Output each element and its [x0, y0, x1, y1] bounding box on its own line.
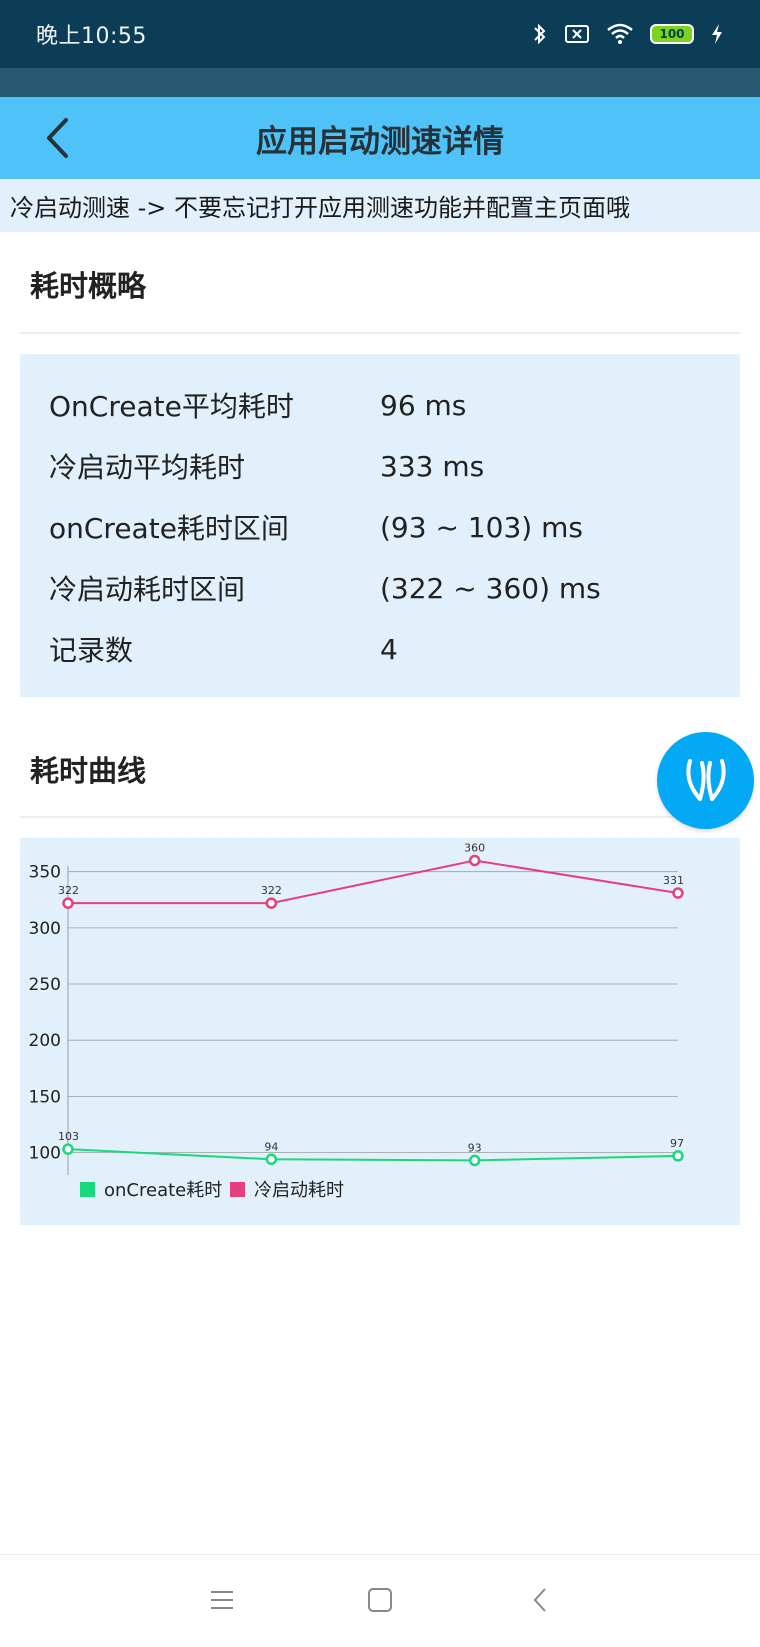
bluetooth-icon — [534, 23, 546, 45]
y-tick-label: 250 — [29, 975, 61, 995]
data-label: 103 — [58, 1130, 79, 1143]
nav-back-button[interactable] — [517, 1577, 563, 1623]
line-chart: 100 150 200 250 300 350 103 94 93 97 322 322 360 331 o… — [29, 841, 684, 1201]
stat-value: 96 ms — [380, 388, 467, 422]
data-point — [265, 897, 278, 909]
home-icon — [368, 1588, 392, 1612]
data-label: 97 — [670, 1137, 684, 1150]
data-label: 331 — [663, 874, 684, 887]
stat-value: 333 ms — [380, 449, 485, 483]
stat-label: onCreate耗时区间 — [49, 512, 289, 545]
y-tick-label: 100 — [29, 1144, 61, 1164]
status-sub-bar — [0, 68, 760, 97]
data-label: 360 — [464, 841, 485, 854]
stat-value: 4 — [380, 632, 398, 666]
data-point — [672, 1150, 684, 1162]
legend-label: onCreate耗时 — [104, 1180, 222, 1201]
data-point — [62, 1143, 74, 1155]
status-bar: 晚上10:55 100 — [0, 0, 760, 68]
series-line — [67, 1148, 679, 1162]
sim-off-icon — [565, 25, 589, 43]
charging-icon — [712, 24, 722, 44]
stat-row-oncreate-avg: OnCreate平均耗时 96 ms — [49, 385, 709, 425]
chevron-left-icon — [47, 118, 68, 158]
stat-value: (322 ~ 360) ms — [380, 571, 601, 605]
stat-row-coldstart-avg: 冷启动平均耗时 333 ms — [49, 446, 709, 486]
data-point — [62, 897, 74, 909]
menu-icon — [211, 1591, 233, 1609]
stat-label: 冷启动平均耗时 — [49, 451, 246, 484]
stat-row-record-count: 记录数 4 — [49, 629, 709, 669]
back-icon — [533, 1588, 546, 1612]
logo-icon — [685, 758, 726, 801]
nav-menu-button[interactable] — [199, 1577, 245, 1623]
page-title: 应用启动测速详情 — [256, 123, 504, 160]
system-nav-bar — [0, 1554, 760, 1647]
curve-divider — [20, 816, 740, 818]
floating-tool-button[interactable] — [657, 732, 754, 829]
data-label: 94 — [264, 1140, 278, 1153]
y-tick-label: 350 — [29, 863, 61, 883]
wifi-icon — [607, 23, 633, 44]
chart-card: 100 150 200 250 300 350 103 94 93 97 322 322 360 331 o… — [20, 838, 740, 1225]
battery-icon: 100 — [650, 24, 694, 44]
stat-label: 记录数 — [49, 634, 134, 667]
stat-label: OnCreate平均耗时 — [49, 390, 294, 423]
y-tick-label: 200 — [29, 1031, 61, 1051]
stat-row-oncreate-range: onCreate耗时区间 (93 ~ 103) ms — [49, 507, 709, 547]
status-icons: 100 — [532, 22, 724, 46]
status-time: 晚上10:55 — [36, 24, 147, 49]
stat-row-coldstart-range: 冷启动耗时区间 (322 ~ 360) ms — [49, 568, 709, 608]
data-label: 93 — [468, 1141, 482, 1154]
data-point — [468, 1154, 481, 1167]
data-point — [672, 887, 684, 899]
app-bar: 应用启动测速详情 — [0, 97, 760, 179]
stat-value: (93 ~ 103) ms — [380, 510, 583, 544]
summary-title: 耗时概略 — [30, 269, 147, 303]
stat-label: 冷启动耗时区间 — [49, 573, 246, 606]
legend-label: 冷启动耗时 — [254, 1180, 344, 1201]
series-line — [68, 859, 679, 905]
data-label: 322 — [261, 884, 282, 897]
data-point — [468, 854, 481, 867]
hint-banner: 冷启动测速 -> 不要忘记打开应用测速功能并配置主页面哦 — [0, 179, 760, 232]
data-label: 322 — [58, 884, 79, 897]
legend-swatch — [80, 1182, 95, 1197]
back-button[interactable] — [30, 111, 84, 165]
data-point — [265, 1153, 278, 1166]
legend-swatch — [230, 1182, 245, 1197]
y-tick-label: 300 — [29, 919, 61, 939]
summary-divider — [20, 332, 740, 334]
nav-home-button[interactable] — [357, 1577, 403, 1623]
y-tick-label: 150 — [29, 1087, 61, 1107]
stats-card: OnCreate平均耗时 96 ms 冷启动平均耗时 333 ms onCrea… — [20, 354, 740, 697]
curve-title: 耗时曲线 — [30, 754, 147, 788]
